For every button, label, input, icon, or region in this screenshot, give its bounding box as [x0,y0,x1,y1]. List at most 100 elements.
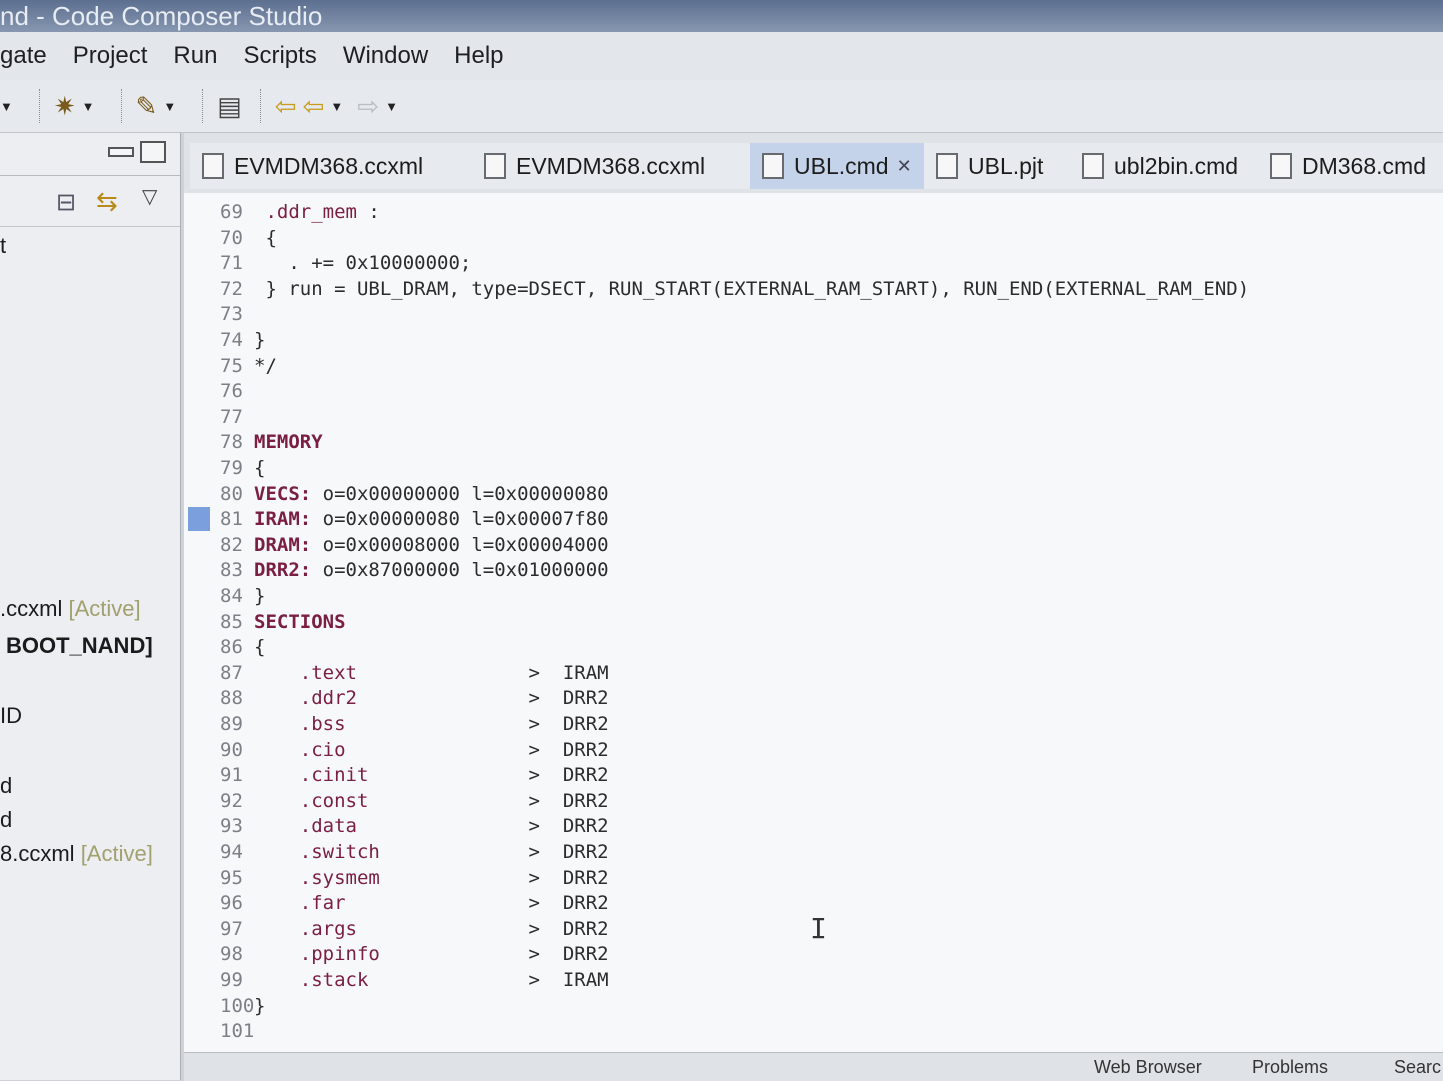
line-number: 79 [220,457,243,479]
tab-ubl-pjt[interactable]: UBL.pjt [924,143,1079,189]
code-line: 94 .switch > DRR2 [220,839,609,865]
line-number: 93 [220,815,243,838]
chevron-down-icon[interactable]: ▼ [385,99,398,114]
editor-tabs: EVMDM368.ccxml EVMDM368.ccxml UBL.cmd ✕ … [184,133,1443,195]
line-text: . += 0x10000000; [254,252,472,275]
view-menu-icon[interactable]: ▽ [142,184,157,209]
active-label: [Active] [80,841,153,866]
memory-region-name: DRAM: [254,533,312,556]
tab-dm368-cmd[interactable]: DM368.cmd [1258,143,1443,189]
tree-item[interactable]: 8.ccxml [Active] [0,841,153,867]
memory-region-name: VECS: [254,482,312,505]
code-line: 72 } run = UBL_DRAM, type=DSECT, RUN_STA… [220,276,1249,302]
line-text: .switch > DRR2 [299,841,609,863]
tab-web-browser[interactable]: Web Browser [1094,1057,1202,1078]
code-line: 84} [220,583,265,609]
line-number: 86 [220,636,243,659]
code-line: 98 .ppinfo > DRR2 [220,941,609,967]
tab-ubl2bin-cmd[interactable]: ubl2bin.cmd [1070,143,1267,189]
link-editor-icon[interactable]: ⇆ [96,186,118,217]
code-line: 97 .args > DRR2 [220,916,609,942]
section-name: .ddr2 [299,687,357,710]
tab-search[interactable]: Searc [1394,1057,1441,1078]
line-text: SECTIONS [254,610,346,633]
menu-run[interactable]: Run [173,42,217,70]
tree-item[interactable]: BOOT_NAND] [6,633,153,659]
section-name: .data [299,815,357,838]
menu-scripts[interactable]: Scripts [243,42,316,70]
code-line: 75 */ [220,353,277,379]
panel-header [0,133,180,176]
tab-evmdm368-ccxml-1[interactable]: EVMDM368.ccxml [190,143,477,189]
last-edit-location-icon[interactable]: ⇦ [275,88,297,124]
menu-help[interactable]: Help [454,42,503,70]
line-text: .const > DRR2 [299,789,609,812]
file-icon [936,153,958,179]
line-text: .args > DRR2 [299,917,609,940]
line-number: 75 [220,354,243,377]
chevron-down-icon[interactable]: ▼ [0,99,13,114]
tree-item[interactable]: t [0,233,6,259]
code-line: 83 DRR2: o=0x87000000 l=0x01000000 [220,557,609,583]
line-number: 87 [220,661,243,684]
tab-ubl-cmd[interactable]: UBL.cmd ✕ [750,143,933,189]
line-text: .ddr2 > DRR2 [299,687,609,710]
menu-navigate[interactable]: gate [0,42,47,70]
code-line: 71 . += 0x10000000; [220,250,471,276]
menu-project[interactable]: Project [73,42,148,70]
section-name: .stack [299,969,369,991]
section-name: .cio [299,738,346,761]
tree-item[interactable]: .ccxml [Active] [0,596,141,622]
code-line: 100} [220,993,265,1019]
line-text: .text > IRAM [299,661,609,684]
tab-evmdm368-ccxml-2[interactable]: EVMDM368.ccxml [472,143,759,189]
code-line: 78 MEMORY [220,429,323,455]
line-text: } run = UBL_DRAM, type=DSECT, RUN_START(… [254,277,1250,300]
section-name: .ppinfo [299,943,380,966]
chevron-down-icon[interactable]: ▼ [330,99,343,114]
code-line: 69 .ddr_mem : [220,199,380,225]
menu-window[interactable]: Window [343,42,428,70]
line-text: .ppinfo > DRR2 [299,943,609,966]
back-icon[interactable]: ⇦ [303,88,325,124]
line-text: DRAM: o=0x00008000 l=0x00004000 [254,533,609,556]
code-line: 88 .ddr2 > DRR2 [220,685,609,711]
line-number: 96 [220,892,243,915]
bottom-view-tabs: Web Browser Problems Searc [184,1052,1443,1081]
active-label: [Active] [68,596,141,621]
tree-item[interactable]: d [0,807,12,833]
tree-item[interactable]: d [0,773,12,799]
target-config-icon [202,153,224,179]
line-text: .stack > IRAM [299,969,609,991]
line-text: VECS: o=0x00000000 l=0x00000080 [254,482,609,505]
debug-icon[interactable]: ✷ [54,88,76,124]
code-line: 85 SECTIONS [220,609,346,635]
forward-icon[interactable]: ⇨ [357,88,379,124]
document-icon[interactable]: ▤ [217,88,242,124]
chevron-down-icon[interactable]: ▼ [82,99,95,114]
line-number: 72 [220,277,243,300]
line-number: 80 [220,482,243,505]
line-number: 69 [220,201,243,223]
code-line: 95 .sysmem > DRR2 [220,865,609,891]
tree-item[interactable]: ID [0,703,22,729]
close-icon[interactable]: ✕ [897,156,912,177]
toolbar-separator [259,89,263,123]
minimize-icon[interactable] [108,147,134,157]
chevron-down-icon[interactable]: ▼ [163,99,176,114]
toolbar-separator [202,89,205,123]
line-text: .bss > DRR2 [299,713,609,735]
tab-problems[interactable]: Problems [1252,1057,1328,1078]
line-text: { [254,226,277,249]
file-edit-icon [1082,153,1104,179]
external-tools-icon[interactable]: ✎ [136,88,158,124]
file-edit-icon [1270,153,1292,179]
maximize-icon[interactable] [140,141,166,163]
line-number: 85 [220,610,243,633]
section-name: .cinit [299,764,369,787]
code-line: 79 { [220,455,265,481]
code-editor[interactable]: 69 .ddr_mem :70 {71 . += 0x10000000; 72 }… [184,193,1443,1080]
section-name: .const [299,789,369,812]
menu-bar: gate Project Run Scripts Window Help [0,32,1443,81]
collapse-all-icon[interactable]: ⊟ [56,188,76,217]
